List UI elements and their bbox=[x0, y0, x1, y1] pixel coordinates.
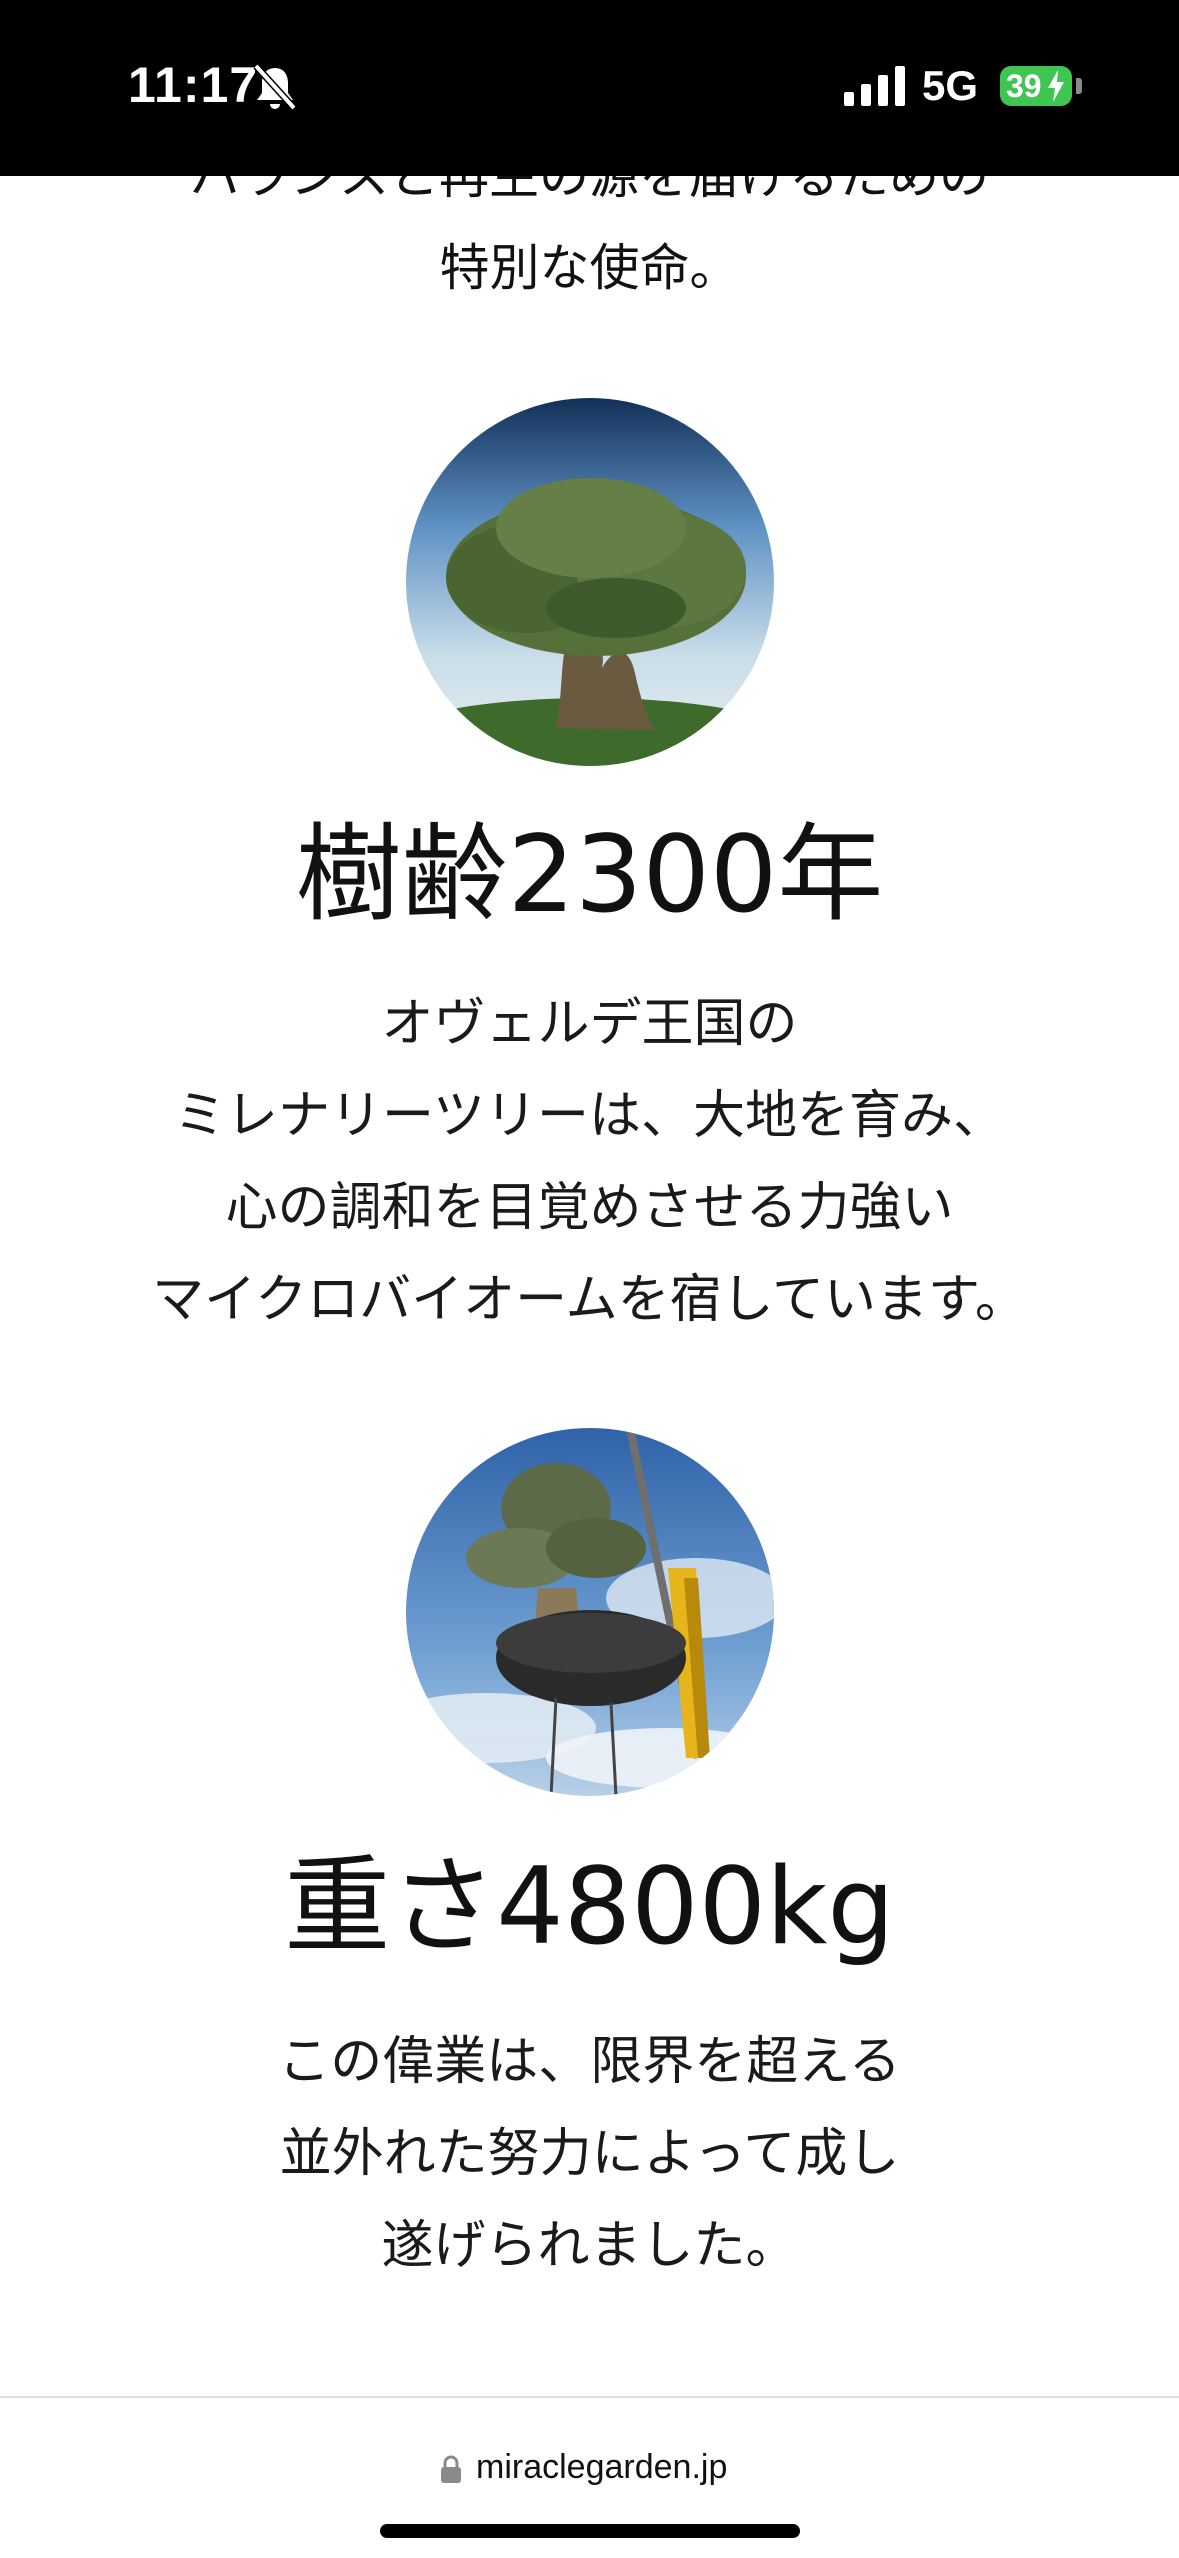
body-line: 並外れた努力によって成し bbox=[279, 2124, 900, 2184]
section-heading: 重さ4800kg bbox=[284, 1845, 895, 1968]
cellular-signal-icon bbox=[844, 66, 905, 106]
intro-line: 特別な使命。 bbox=[439, 239, 740, 297]
intro-text: バランスと再生の源を届けるための 特別な使命。 bbox=[0, 176, 1179, 314]
olive-tree-photo bbox=[406, 398, 774, 766]
body-line: ミレナリーツリーは、大地を育み、 bbox=[174, 1086, 1005, 1146]
address-bar[interactable]: miraclegarden.jp bbox=[0, 2396, 1179, 2558]
status-bar: 11:17 5G 39 bbox=[0, 0, 1179, 176]
charging-bolt-icon bbox=[1048, 70, 1064, 102]
body-line: この偉業は、限界を超える bbox=[278, 2032, 901, 2092]
section-heading: 樹齢2300年 bbox=[295, 813, 884, 936]
section-body: オヴェルデ王国の ミレナリーツリーは、大地を育み、 心の調和を目覚めさせる力強い… bbox=[0, 978, 1179, 1346]
intro-line: バランスと再生の源を届けるための bbox=[190, 176, 989, 205]
page-content: バランスと再生の源を届けるための 特別な使命。 樹齢2300年 オヴェルデ王国の… bbox=[0, 176, 1179, 2396]
home-indicator[interactable] bbox=[380, 2524, 800, 2538]
url-text[interactable]: miraclegarden.jp bbox=[476, 2448, 727, 2487]
body-line: 心の調和を目覚めさせる力強い bbox=[225, 1178, 954, 1238]
battery-cap bbox=[1076, 78, 1082, 94]
silent-bell-icon bbox=[253, 63, 297, 111]
section-body: この偉業は、限界を超える 並外れた努力によって成し 遂げられました。 bbox=[0, 2016, 1179, 2292]
body-line: 遂げられました。 bbox=[381, 2216, 798, 2276]
body-line: マイクロバイオームを宿しています。 bbox=[152, 1270, 1027, 1330]
crane-lifting-tree-photo bbox=[406, 1428, 774, 1796]
body-line: オヴェルデ王国の bbox=[381, 994, 798, 1054]
lock-icon bbox=[441, 2455, 461, 2483]
status-time: 11:17 bbox=[128, 57, 259, 113]
network-type: 5G bbox=[922, 62, 979, 109]
